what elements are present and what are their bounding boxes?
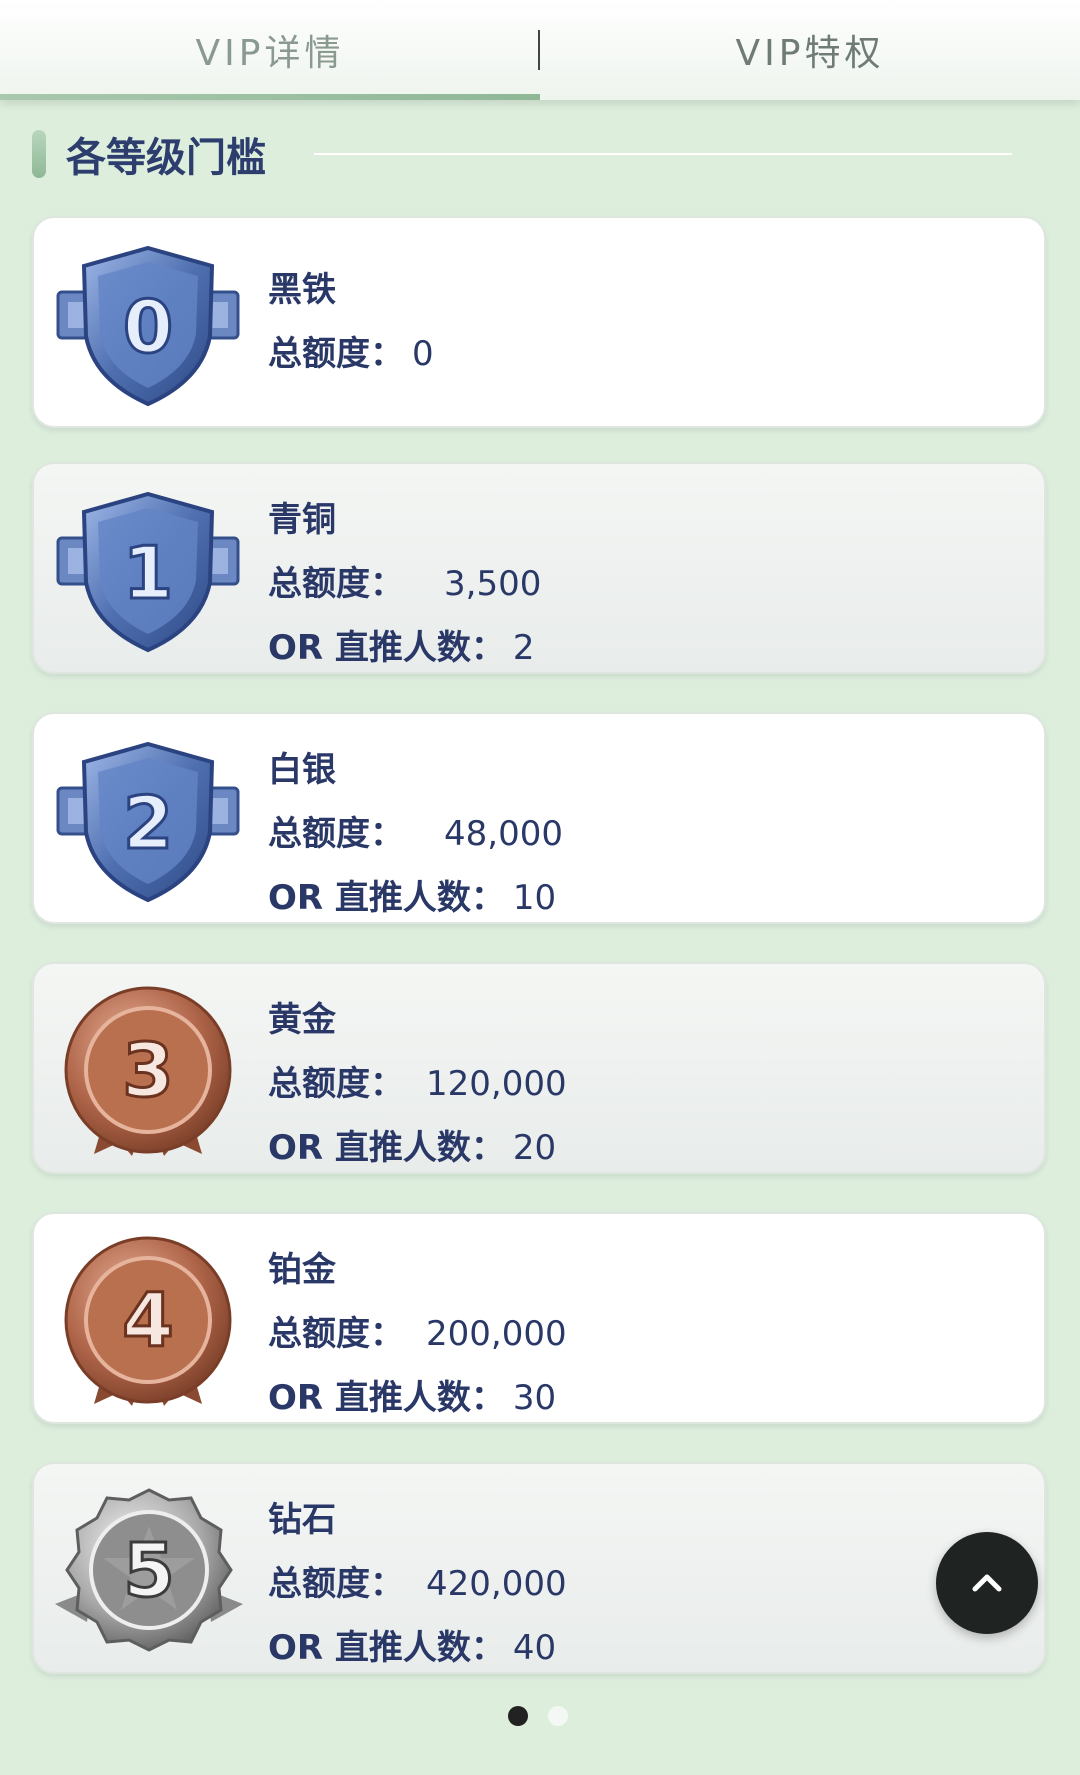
shield-badge-icon: 0 bbox=[56, 245, 240, 407]
section-accent-bar bbox=[32, 130, 46, 178]
tab-divider bbox=[538, 30, 540, 70]
badge-number: 2 bbox=[123, 781, 173, 865]
referral-row: OR 直推人数： 2 bbox=[268, 628, 541, 692]
total-limit-value: 120,000 bbox=[426, 1064, 567, 1104]
total-limit-row: 总额度： 48,000 bbox=[268, 814, 563, 878]
referral-value: 10 bbox=[512, 878, 557, 918]
active-tab-indicator bbox=[0, 94, 540, 100]
level-card-diamond: 5 钻石 总额度： 420,000 OR 直推人数： 40 bbox=[32, 1462, 1046, 1674]
level-name: 钻石 bbox=[268, 1500, 336, 1540]
total-limit-label: 总额度： bbox=[268, 334, 404, 374]
total-limit-row: 总额度： 0 bbox=[268, 334, 434, 398]
badge-number: 3 bbox=[122, 1028, 174, 1114]
total-limit-label: 总额度： bbox=[268, 1064, 404, 1104]
level-name: 黄金 bbox=[268, 1000, 336, 1040]
total-limit-value: 420,000 bbox=[426, 1564, 567, 1604]
referral-value: 40 bbox=[512, 1628, 557, 1668]
referral-row: OR 直推人数： 20 bbox=[268, 1128, 567, 1192]
referral-row: OR 直推人数： 40 bbox=[268, 1628, 567, 1692]
level-card-gold: 3 黄金 总额度： 120,000 OR 直推人数： 20 bbox=[32, 962, 1046, 1174]
badge-number: 0 bbox=[123, 285, 173, 369]
tab-vip-details[interactable]: VIP详情 bbox=[0, 0, 540, 100]
level-name: 白银 bbox=[268, 750, 336, 790]
shield-badge-icon: 1 bbox=[56, 491, 240, 653]
chevron-up-icon bbox=[972, 1574, 1002, 1592]
level-card-silver: 2 白银 总额度： 48,000 OR 直推人数： 10 bbox=[32, 712, 1046, 924]
section-title: 各等级门槛 bbox=[66, 135, 266, 181]
total-limit-value: 3,500 bbox=[444, 564, 542, 604]
tab-bar: VIP详情 VIP特权 bbox=[0, 0, 1080, 100]
section-header: 各等级门槛 bbox=[32, 126, 1022, 182]
referral-value: 30 bbox=[512, 1378, 557, 1418]
back-to-top-button[interactable] bbox=[936, 1532, 1038, 1634]
referral-label: OR 直推人数： bbox=[268, 1128, 505, 1168]
level-name: 铂金 bbox=[268, 1250, 336, 1290]
referral-label: OR 直推人数： bbox=[268, 1628, 505, 1668]
referral-value: 2 bbox=[512, 628, 535, 668]
section-divider bbox=[314, 153, 1012, 155]
total-limit-label: 总额度： bbox=[268, 1314, 404, 1354]
total-limit-value: 48,000 bbox=[444, 814, 563, 854]
level-card-bronze: 1 青铜 总额度： 3,500 OR 直推人数： 2 bbox=[32, 462, 1046, 674]
level-card-platinum: 4 铂金 总额度： 200,000 OR 直推人数： 30 bbox=[32, 1212, 1046, 1424]
pager-dot-1[interactable] bbox=[508, 1706, 528, 1726]
total-limit-row: 总额度： 200,000 bbox=[268, 1314, 567, 1378]
referral-label: OR 直推人数： bbox=[268, 1378, 505, 1418]
level-name: 青铜 bbox=[268, 500, 336, 540]
total-limit-label: 总额度： bbox=[268, 1564, 404, 1604]
referral-label: OR 直推人数： bbox=[268, 878, 505, 918]
pager-dot-2[interactable] bbox=[548, 1706, 568, 1726]
shield-badge-icon: 2 bbox=[56, 741, 240, 903]
total-limit-value: 0 bbox=[412, 334, 434, 374]
total-limit-value: 200,000 bbox=[426, 1314, 567, 1354]
badge-number: 4 bbox=[122, 1278, 174, 1364]
tab-vip-privileges[interactable]: VIP特权 bbox=[540, 0, 1080, 100]
referral-row: OR 直推人数： 10 bbox=[268, 878, 563, 942]
total-limit-label: 总额度： bbox=[268, 814, 404, 854]
total-limit-row: 总额度： 120,000 bbox=[268, 1064, 567, 1128]
referral-row: OR 直推人数： 30 bbox=[268, 1378, 567, 1442]
silver-medal-icon: 5 bbox=[55, 1488, 243, 1652]
level-name: 黑铁 bbox=[268, 270, 336, 310]
bronze-medal-icon: 4 bbox=[64, 1236, 232, 1406]
referral-value: 20 bbox=[512, 1128, 557, 1168]
total-limit-row: 总额度： 3,500 bbox=[268, 564, 541, 628]
level-card-iron: 0 黑铁 总额度： 0 bbox=[32, 216, 1046, 428]
total-limit-row: 总额度： 420,000 bbox=[268, 1564, 567, 1628]
badge-number: 1 bbox=[123, 531, 173, 615]
bronze-medal-icon: 3 bbox=[64, 986, 232, 1156]
referral-label: OR 直推人数： bbox=[268, 628, 505, 668]
badge-number: 5 bbox=[123, 1528, 175, 1614]
total-limit-label: 总额度： bbox=[268, 564, 404, 604]
